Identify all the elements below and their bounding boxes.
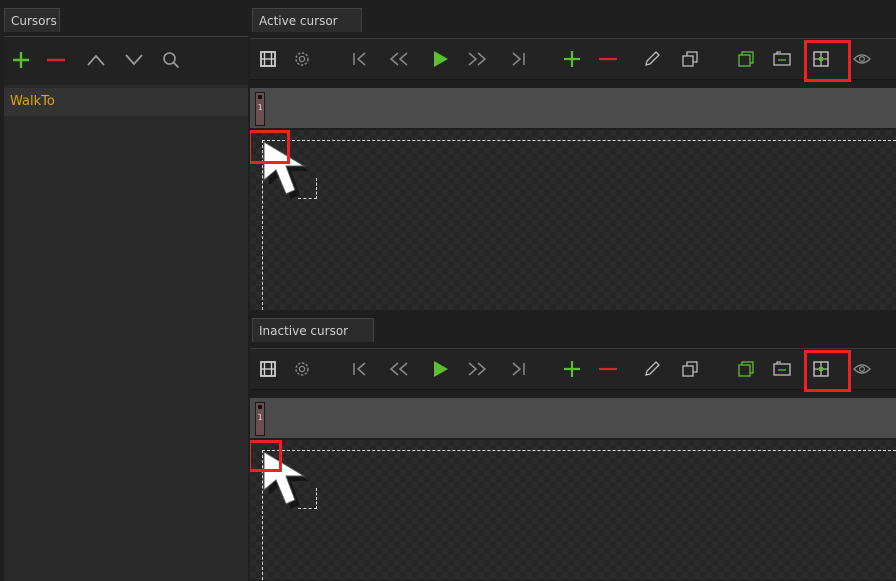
previous-frame-icon[interactable] <box>386 47 412 71</box>
settings-icon[interactable] <box>290 357 314 381</box>
next-frame-icon[interactable] <box>464 47 490 71</box>
duplicate-icon[interactable] <box>678 47 702 71</box>
copy-icon[interactable] <box>734 47 758 71</box>
first-frame-icon[interactable] <box>348 357 372 381</box>
tab-active-cursor[interactable]: Active cursor <box>252 8 362 32</box>
active-frame-timeline: 1 <box>250 88 896 128</box>
last-frame-icon[interactable] <box>506 47 530 71</box>
move-up-icon[interactable] <box>84 49 108 71</box>
play-icon[interactable] <box>428 47 452 71</box>
frame-number: 1 <box>257 103 263 112</box>
tab-inactive-cursor-label: Inactive cursor <box>259 324 349 338</box>
inactive-cursor-editor: 1 <box>250 348 896 580</box>
cursor-list-item-walkto[interactable]: WalkTo <box>4 88 248 116</box>
add-frame-icon[interactable] <box>560 47 584 71</box>
active-editor-toolbar <box>250 38 896 82</box>
canvas-top-guide <box>262 450 896 451</box>
first-frame-icon[interactable] <box>348 47 372 71</box>
inactive-frame-timeline: 1 <box>250 398 896 438</box>
add-icon[interactable] <box>10 49 32 71</box>
tab-active-cursor-label: Active cursor <box>259 14 338 28</box>
edit-icon[interactable] <box>640 357 664 381</box>
cursors-toolbar <box>4 37 248 85</box>
inactive-editor-toolbar <box>250 348 896 392</box>
next-frame-icon[interactable] <box>464 357 490 381</box>
frame-number: 1 <box>257 413 263 422</box>
tab-cursors-label: Cursors <box>11 14 57 28</box>
visibility-icon[interactable] <box>850 47 874 71</box>
copy-icon[interactable] <box>734 357 758 381</box>
frame-sequence-icon[interactable] <box>770 47 794 71</box>
hotspot-highlight <box>250 130 290 164</box>
tab-inactive-cursor[interactable]: Inactive cursor <box>252 318 374 342</box>
hotspot-button-highlight <box>804 40 851 82</box>
duplicate-icon[interactable] <box>678 357 702 381</box>
remove-icon[interactable] <box>44 49 68 71</box>
inactive-cursor-canvas[interactable] <box>250 440 896 580</box>
cursors-panel: WalkTo <box>4 36 248 581</box>
add-frame-icon[interactable] <box>560 357 584 381</box>
canvas-top-guide <box>262 140 896 141</box>
hotspot-button-highlight <box>804 350 851 392</box>
frame-sequence-icon[interactable] <box>770 357 794 381</box>
cursor-list-item-label: WalkTo <box>10 94 55 109</box>
frame-thumbnail[interactable]: 1 <box>255 402 265 436</box>
search-icon[interactable] <box>160 49 182 71</box>
settings-icon[interactable] <box>290 47 314 71</box>
filmstrip-icon[interactable] <box>256 47 280 71</box>
edit-icon[interactable] <box>640 47 664 71</box>
tab-cursors[interactable]: Cursors <box>4 8 60 32</box>
filmstrip-icon[interactable] <box>256 357 280 381</box>
play-icon[interactable] <box>428 357 452 381</box>
last-frame-icon[interactable] <box>506 357 530 381</box>
hotspot-highlight <box>250 440 282 472</box>
visibility-icon[interactable] <box>850 357 874 381</box>
move-down-icon[interactable] <box>122 49 146 71</box>
frame-thumbnail[interactable]: 1 <box>255 92 265 126</box>
remove-frame-icon[interactable] <box>596 357 620 381</box>
previous-frame-icon[interactable] <box>386 357 412 381</box>
active-cursor-editor: 1 <box>250 38 896 310</box>
active-cursor-canvas[interactable] <box>250 130 896 310</box>
remove-frame-icon[interactable] <box>596 47 620 71</box>
